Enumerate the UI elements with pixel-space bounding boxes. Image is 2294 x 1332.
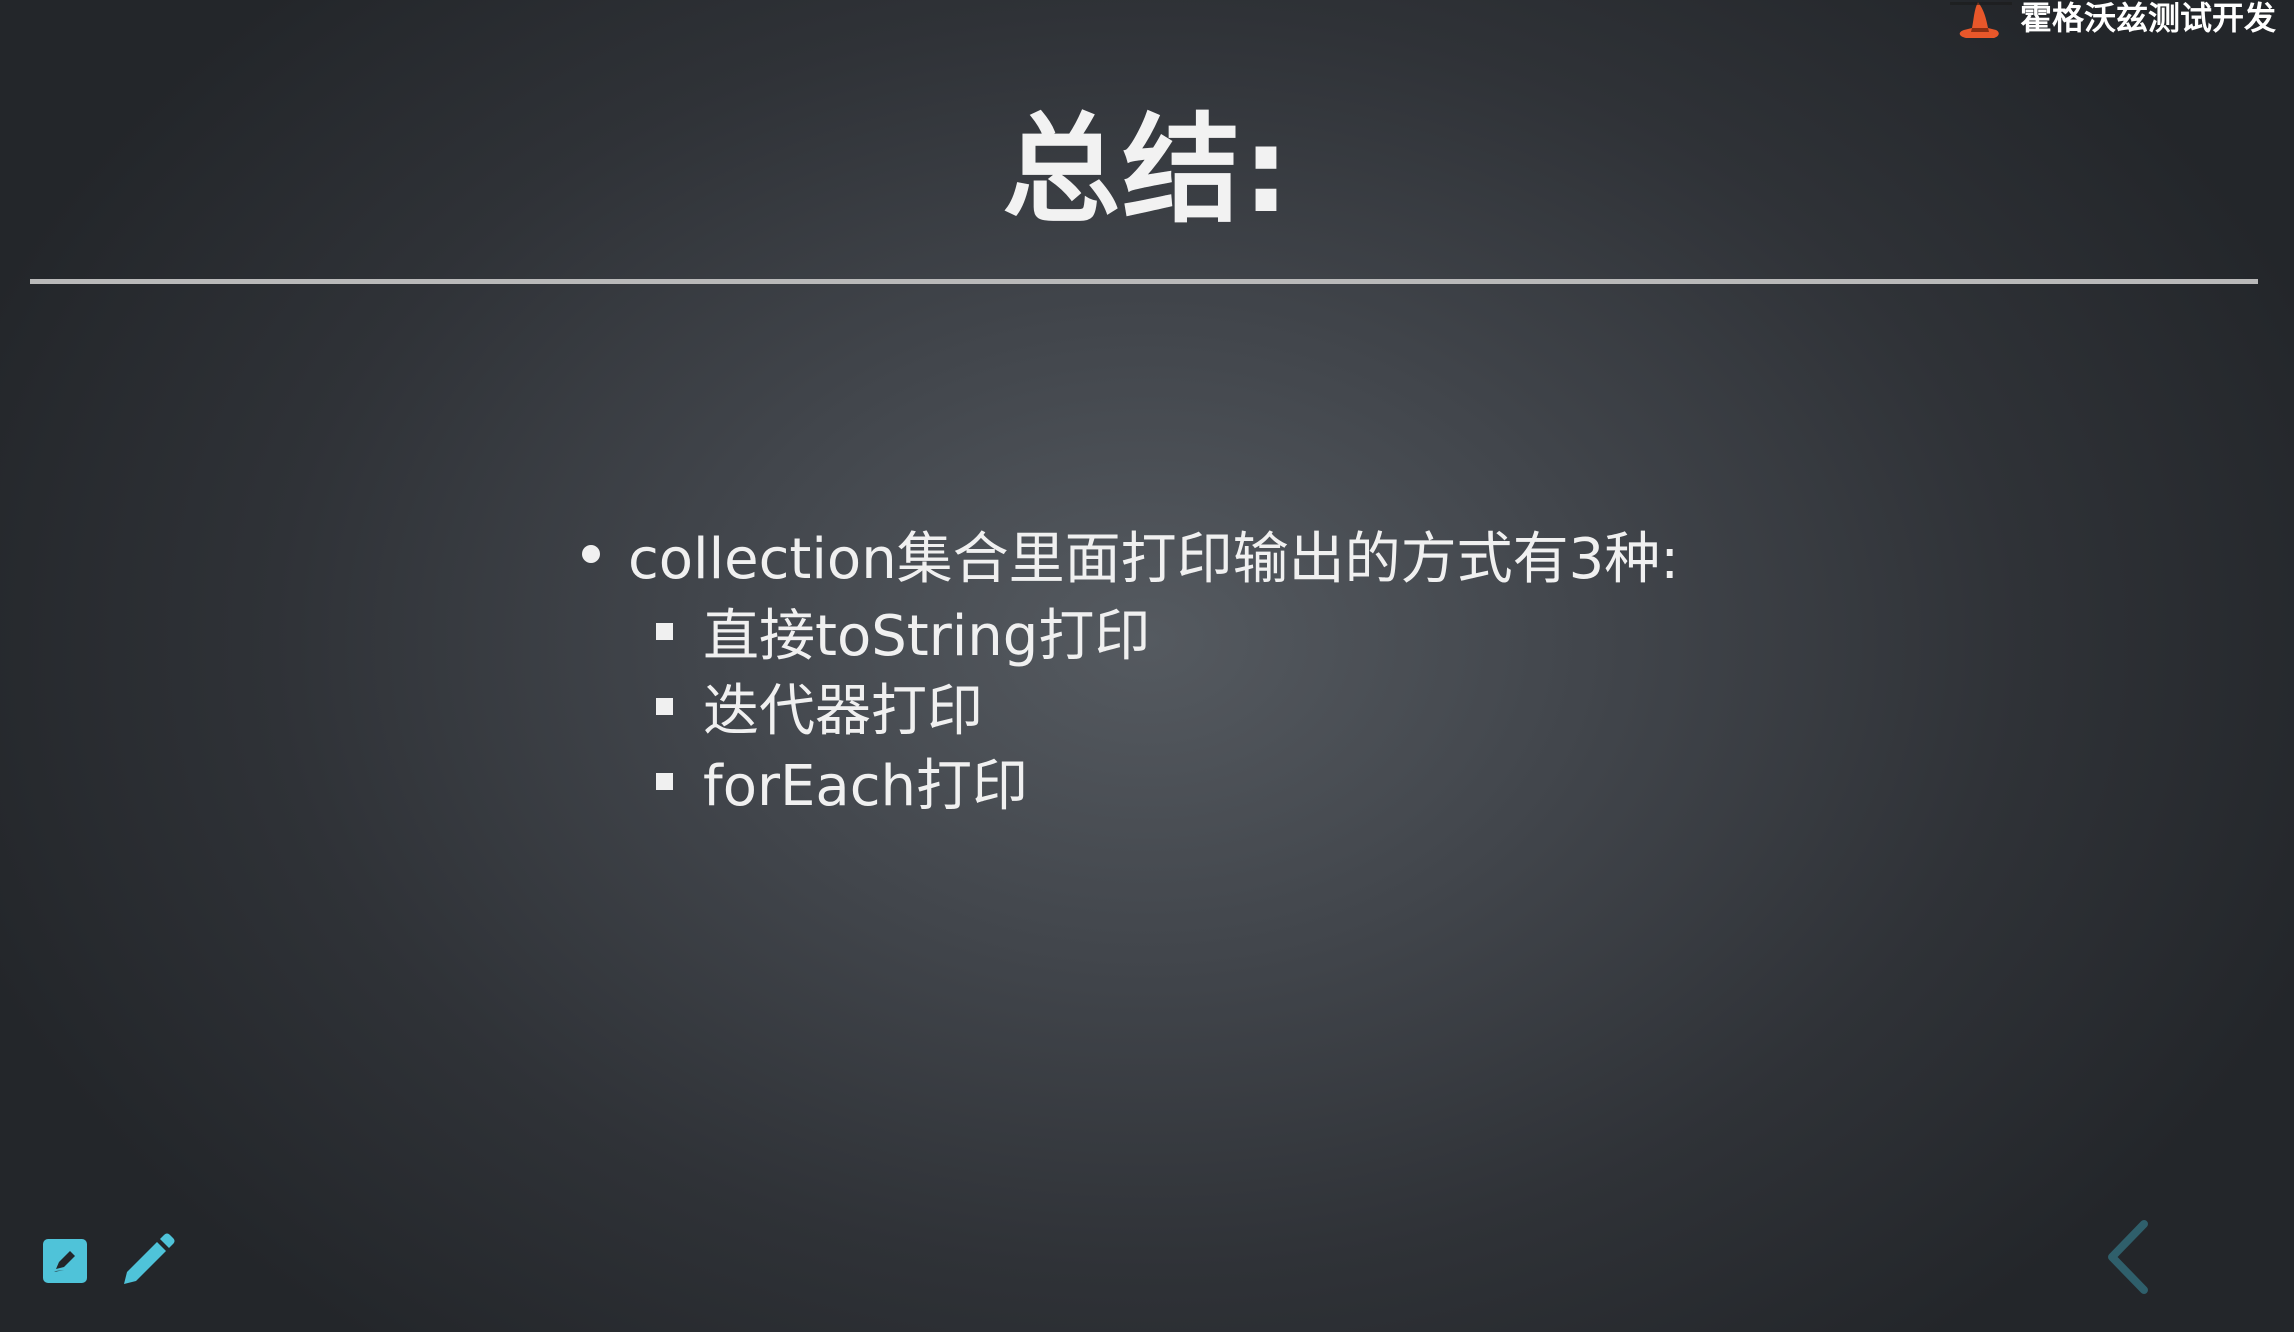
sub-list-item-text: 迭代器打印: [703, 679, 983, 744]
witch-hat-icon: [1948, 0, 2016, 56]
sub-list-item: forEach打印: [656, 744, 1830, 819]
brand-header: 霍格沃兹测试开发: [1948, 0, 2276, 56]
pencil-icon: [124, 1233, 175, 1284]
slide-content: collection集合里面打印输出的方式有3种: 直接toString打印 迭…: [580, 514, 1830, 819]
brand-name: 霍格沃兹测试开发: [2019, 0, 2276, 37]
sub-list-item-text: 直接toString打印: [703, 604, 1151, 669]
sub-list: 直接toString打印 迭代器打印 forEach打印: [656, 594, 1830, 819]
sub-list-item: 迭代器打印: [656, 669, 1830, 744]
notes-edit-icon: [43, 1239, 87, 1283]
bullet-square-icon: [656, 623, 673, 640]
bullet-square-icon: [656, 773, 673, 790]
chevron-left-icon: [2108, 1220, 2148, 1294]
sub-list-item: 直接toString打印: [656, 594, 1830, 669]
bullet-dot-icon: [582, 545, 600, 563]
list-item-text: collection集合里面打印输出的方式有3种:: [628, 526, 1680, 592]
title-divider: [30, 279, 2258, 284]
sub-list-item-text: forEach打印: [703, 754, 1028, 819]
notes-button[interactable]: [42, 1238, 88, 1284]
list-item: collection集合里面打印输出的方式有3种:: [580, 514, 1830, 594]
previous-slide-button[interactable]: [2100, 1218, 2156, 1296]
bullet-square-icon: [656, 698, 673, 715]
slide-title: 总结:: [1002, 101, 1292, 239]
pen-button[interactable]: [120, 1232, 176, 1288]
